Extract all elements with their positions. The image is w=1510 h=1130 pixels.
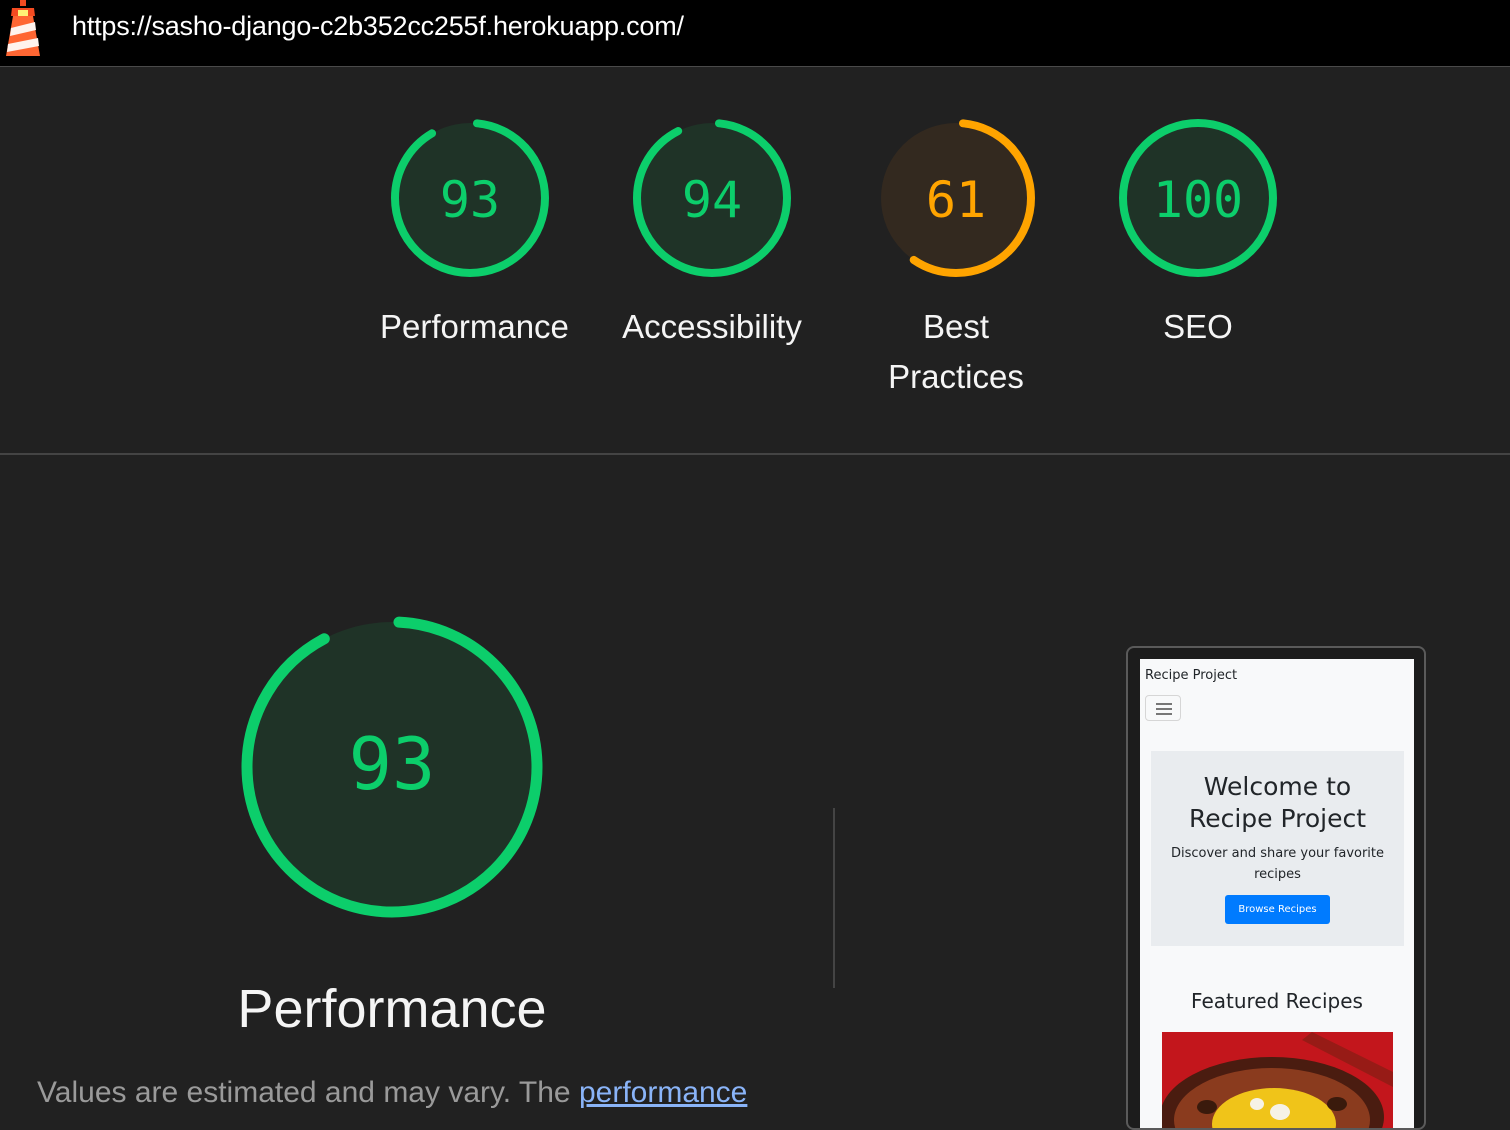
- preview-hero-title: Welcome to Recipe Project: [1151, 771, 1404, 835]
- performance-main-gauge: 93: [241, 616, 543, 918]
- preview-hero-title-line1: Welcome to: [1203, 772, 1352, 801]
- best-practices-score: 61: [926, 171, 986, 229]
- best-practices-gauge[interactable]: 61 Best Practices: [866, 116, 1046, 402]
- lighthouse-icon: [6, 0, 40, 56]
- page-url[interactable]: https://sasho-django-c2b352cc255f.heroku…: [72, 11, 684, 42]
- performance-score: 93: [440, 171, 500, 229]
- preview-hero-text-line2: recipes: [1254, 867, 1301, 882]
- preview-hero-text: Discover and share your favorite recipes: [1151, 843, 1404, 885]
- accessibility-gauge[interactable]: 94 Accessibility: [622, 116, 802, 352]
- accessibility-label: Accessibility: [622, 308, 802, 345]
- final-screenshot-frame[interactable]: Recipe Project Welcome to Recipe Project…: [1126, 646, 1426, 1130]
- vertical-divider: [833, 808, 835, 988]
- hamburger-menu-icon: [1145, 695, 1181, 721]
- preview-recipe-image: [1162, 1032, 1393, 1128]
- performance-label: Performance: [380, 308, 569, 345]
- preview-hero: Welcome to Recipe Project Discover and s…: [1151, 751, 1404, 946]
- performance-main-score: 93: [349, 722, 436, 806]
- performance-title: Performance: [237, 979, 547, 1039]
- final-screenshot: Recipe Project Welcome to Recipe Project…: [1140, 659, 1414, 1128]
- seo-gauge[interactable]: 100 SEO: [1108, 116, 1288, 352]
- recipe-photo: [1162, 1032, 1393, 1128]
- section-divider: [0, 453, 1510, 455]
- preview-featured-title: Featured Recipes: [1191, 989, 1363, 1013]
- performance-link[interactable]: performance: [579, 1076, 747, 1109]
- best-practices-score-ring: 61: [877, 119, 1035, 277]
- performance-score-ring: 93: [391, 119, 549, 277]
- seo-label: SEO: [1163, 308, 1233, 345]
- preview-hero-title-line2: Recipe Project: [1188, 804, 1367, 833]
- seo-score: 100: [1153, 171, 1243, 229]
- best-practices-label-line1: Best: [922, 308, 990, 345]
- preview-hero-text-line1: Discover and share your favorite: [1170, 846, 1385, 861]
- metrics-note: Values are estimated and may vary. The p…: [37, 1076, 747, 1110]
- best-practices-label-line2: Practices: [888, 358, 1024, 395]
- best-practices-label: Best Practices: [866, 302, 1046, 402]
- performance-gauge[interactable]: 93 Performance: [380, 116, 569, 352]
- preview-brand: Recipe Project: [1145, 668, 1238, 683]
- accessibility-score: 94: [682, 171, 742, 229]
- accessibility-score-ring: 94: [633, 119, 791, 277]
- url-bar: https://sasho-django-c2b352cc255f.heroku…: [0, 0, 1510, 67]
- seo-score-ring: 100: [1119, 119, 1277, 277]
- metrics-note-text: Values are estimated and may vary. The: [37, 1076, 571, 1109]
- preview-browse-button: Browse Recipes: [1225, 895, 1330, 924]
